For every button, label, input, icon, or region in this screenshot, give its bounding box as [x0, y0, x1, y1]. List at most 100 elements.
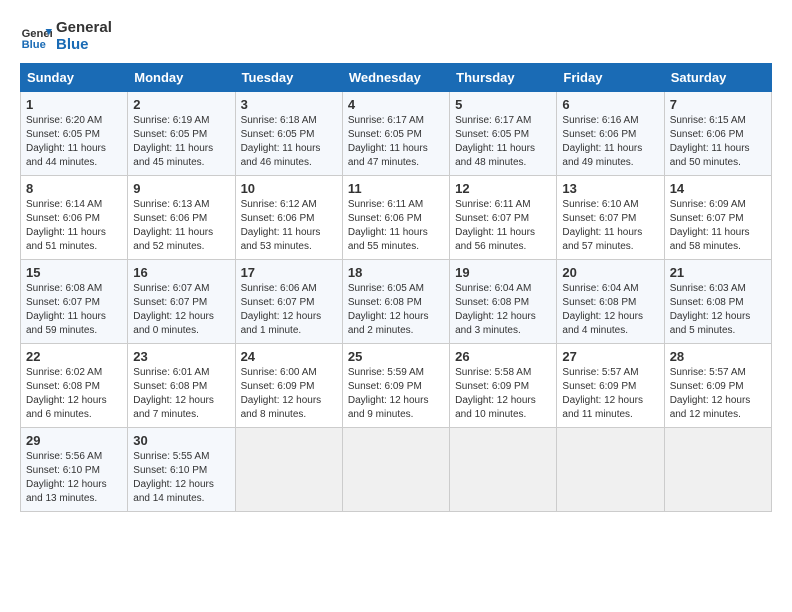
day-info: Sunrise: 6:18 AMSunset: 6:05 PMDaylight:…: [241, 114, 337, 170]
day-number: 26: [455, 349, 551, 364]
day-info: Sunrise: 5:56 AMSunset: 6:10 PMDaylight:…: [26, 450, 122, 506]
day-info: Sunrise: 5:58 AMSunset: 6:09 PMDaylight:…: [455, 366, 551, 422]
calendar-cell: 5 Sunrise: 6:17 AMSunset: 6:05 PMDayligh…: [450, 92, 557, 176]
day-number: 12: [455, 181, 551, 196]
day-info: Sunrise: 6:20 AMSunset: 6:05 PMDaylight:…: [26, 114, 122, 170]
calendar-cell: 28 Sunrise: 5:57 AMSunset: 6:09 PMDaylig…: [664, 344, 771, 428]
calendar-cell: [664, 428, 771, 512]
day-number: 14: [670, 181, 766, 196]
logo-blue: Blue: [56, 37, 112, 54]
calendar-cell: 1 Sunrise: 6:20 AMSunset: 6:05 PMDayligh…: [21, 92, 128, 176]
calendar-week-5: 29 Sunrise: 5:56 AMSunset: 6:10 PMDaylig…: [21, 428, 772, 512]
calendar-cell: 17 Sunrise: 6:06 AMSunset: 6:07 PMDaylig…: [235, 260, 342, 344]
day-info: Sunrise: 5:55 AMSunset: 6:10 PMDaylight:…: [133, 450, 229, 506]
calendar-cell: 7 Sunrise: 6:15 AMSunset: 6:06 PMDayligh…: [664, 92, 771, 176]
day-info: Sunrise: 6:15 AMSunset: 6:06 PMDaylight:…: [670, 114, 766, 170]
day-number: 3: [241, 97, 337, 112]
day-info: Sunrise: 6:05 AMSunset: 6:08 PMDaylight:…: [348, 282, 444, 338]
header-wednesday: Wednesday: [342, 64, 449, 92]
day-info: Sunrise: 6:07 AMSunset: 6:07 PMDaylight:…: [133, 282, 229, 338]
calendar-week-1: 1 Sunrise: 6:20 AMSunset: 6:05 PMDayligh…: [21, 92, 772, 176]
calendar-cell: [450, 428, 557, 512]
header-friday: Friday: [557, 64, 664, 92]
calendar-cell: 6 Sunrise: 6:16 AMSunset: 6:06 PMDayligh…: [557, 92, 664, 176]
calendar-week-4: 22 Sunrise: 6:02 AMSunset: 6:08 PMDaylig…: [21, 344, 772, 428]
calendar-table: SundayMondayTuesdayWednesdayThursdayFrid…: [20, 63, 772, 512]
day-number: 30: [133, 433, 229, 448]
day-number: 16: [133, 265, 229, 280]
calendar-cell: [235, 428, 342, 512]
header-monday: Monday: [128, 64, 235, 92]
day-info: Sunrise: 5:57 AMSunset: 6:09 PMDaylight:…: [562, 366, 658, 422]
day-info: Sunrise: 6:13 AMSunset: 6:06 PMDaylight:…: [133, 198, 229, 254]
day-number: 11: [348, 181, 444, 196]
logo-icon: General Blue: [20, 21, 52, 53]
calendar-cell: 18 Sunrise: 6:05 AMSunset: 6:08 PMDaylig…: [342, 260, 449, 344]
day-number: 21: [670, 265, 766, 280]
calendar-cell: 13 Sunrise: 6:10 AMSunset: 6:07 PMDaylig…: [557, 176, 664, 260]
calendar-week-2: 8 Sunrise: 6:14 AMSunset: 6:06 PMDayligh…: [21, 176, 772, 260]
calendar-cell: [557, 428, 664, 512]
calendar-cell: 24 Sunrise: 6:00 AMSunset: 6:09 PMDaylig…: [235, 344, 342, 428]
day-number: 18: [348, 265, 444, 280]
day-number: 8: [26, 181, 122, 196]
day-info: Sunrise: 6:08 AMSunset: 6:07 PMDaylight:…: [26, 282, 122, 338]
calendar-cell: [342, 428, 449, 512]
day-info: Sunrise: 6:12 AMSunset: 6:06 PMDaylight:…: [241, 198, 337, 254]
day-info: Sunrise: 6:17 AMSunset: 6:05 PMDaylight:…: [348, 114, 444, 170]
day-info: Sunrise: 6:00 AMSunset: 6:09 PMDaylight:…: [241, 366, 337, 422]
day-info: Sunrise: 5:57 AMSunset: 6:09 PMDaylight:…: [670, 366, 766, 422]
page-header: General Blue General Blue: [20, 20, 772, 53]
calendar-cell: 29 Sunrise: 5:56 AMSunset: 6:10 PMDaylig…: [21, 428, 128, 512]
day-info: Sunrise: 6:16 AMSunset: 6:06 PMDaylight:…: [562, 114, 658, 170]
day-number: 17: [241, 265, 337, 280]
day-number: 13: [562, 181, 658, 196]
day-number: 15: [26, 265, 122, 280]
calendar-week-3: 15 Sunrise: 6:08 AMSunset: 6:07 PMDaylig…: [21, 260, 772, 344]
day-number: 10: [241, 181, 337, 196]
day-number: 25: [348, 349, 444, 364]
calendar-cell: 4 Sunrise: 6:17 AMSunset: 6:05 PMDayligh…: [342, 92, 449, 176]
calendar-cell: 19 Sunrise: 6:04 AMSunset: 6:08 PMDaylig…: [450, 260, 557, 344]
day-number: 7: [670, 97, 766, 112]
calendar-cell: 30 Sunrise: 5:55 AMSunset: 6:10 PMDaylig…: [128, 428, 235, 512]
calendar-cell: 8 Sunrise: 6:14 AMSunset: 6:06 PMDayligh…: [21, 176, 128, 260]
day-info: Sunrise: 6:11 AMSunset: 6:07 PMDaylight:…: [455, 198, 551, 254]
calendar-header-row: SundayMondayTuesdayWednesdayThursdayFrid…: [21, 64, 772, 92]
day-number: 2: [133, 97, 229, 112]
day-number: 19: [455, 265, 551, 280]
svg-text:Blue: Blue: [22, 39, 46, 51]
day-info: Sunrise: 6:03 AMSunset: 6:08 PMDaylight:…: [670, 282, 766, 338]
calendar-cell: 25 Sunrise: 5:59 AMSunset: 6:09 PMDaylig…: [342, 344, 449, 428]
day-number: 5: [455, 97, 551, 112]
calendar-cell: 15 Sunrise: 6:08 AMSunset: 6:07 PMDaylig…: [21, 260, 128, 344]
calendar-cell: 23 Sunrise: 6:01 AMSunset: 6:08 PMDaylig…: [128, 344, 235, 428]
day-number: 24: [241, 349, 337, 364]
calendar-cell: 9 Sunrise: 6:13 AMSunset: 6:06 PMDayligh…: [128, 176, 235, 260]
day-info: Sunrise: 6:06 AMSunset: 6:07 PMDaylight:…: [241, 282, 337, 338]
day-number: 9: [133, 181, 229, 196]
logo: General Blue General Blue: [20, 20, 112, 53]
day-info: Sunrise: 6:17 AMSunset: 6:05 PMDaylight:…: [455, 114, 551, 170]
day-number: 1: [26, 97, 122, 112]
day-number: 20: [562, 265, 658, 280]
calendar-cell: 12 Sunrise: 6:11 AMSunset: 6:07 PMDaylig…: [450, 176, 557, 260]
day-info: Sunrise: 6:09 AMSunset: 6:07 PMDaylight:…: [670, 198, 766, 254]
calendar-cell: 21 Sunrise: 6:03 AMSunset: 6:08 PMDaylig…: [664, 260, 771, 344]
day-number: 6: [562, 97, 658, 112]
calendar-cell: 26 Sunrise: 5:58 AMSunset: 6:09 PMDaylig…: [450, 344, 557, 428]
calendar-cell: 20 Sunrise: 6:04 AMSunset: 6:08 PMDaylig…: [557, 260, 664, 344]
header-thursday: Thursday: [450, 64, 557, 92]
day-info: Sunrise: 6:14 AMSunset: 6:06 PMDaylight:…: [26, 198, 122, 254]
calendar-cell: 27 Sunrise: 5:57 AMSunset: 6:09 PMDaylig…: [557, 344, 664, 428]
header-tuesday: Tuesday: [235, 64, 342, 92]
calendar-cell: 22 Sunrise: 6:02 AMSunset: 6:08 PMDaylig…: [21, 344, 128, 428]
calendar-cell: 16 Sunrise: 6:07 AMSunset: 6:07 PMDaylig…: [128, 260, 235, 344]
day-number: 4: [348, 97, 444, 112]
calendar-cell: 14 Sunrise: 6:09 AMSunset: 6:07 PMDaylig…: [664, 176, 771, 260]
day-number: 23: [133, 349, 229, 364]
day-info: Sunrise: 6:02 AMSunset: 6:08 PMDaylight:…: [26, 366, 122, 422]
calendar-cell: 2 Sunrise: 6:19 AMSunset: 6:05 PMDayligh…: [128, 92, 235, 176]
header-saturday: Saturday: [664, 64, 771, 92]
day-info: Sunrise: 6:19 AMSunset: 6:05 PMDaylight:…: [133, 114, 229, 170]
